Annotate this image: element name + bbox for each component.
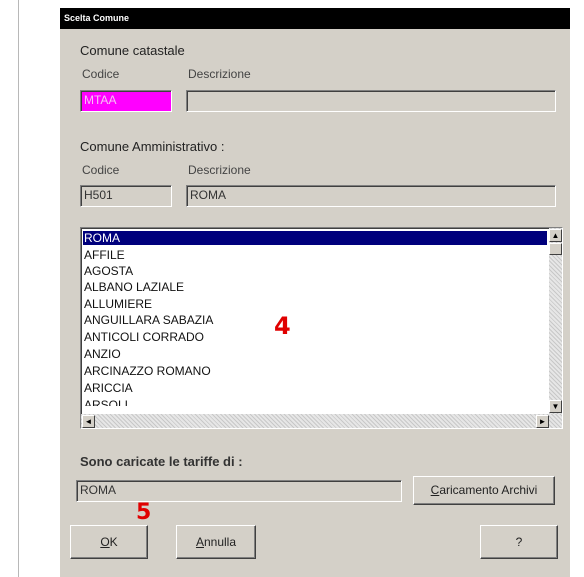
- vertical-scrollbar-thumb[interactable]: [549, 243, 562, 255]
- scroll-right-arrow-icon[interactable]: ►: [536, 415, 549, 428]
- annotation-marker-4: 4: [274, 312, 291, 340]
- page-edge-line: [18, 0, 19, 577]
- annulla-button[interactable]: Annulla: [176, 525, 256, 559]
- horizontal-scrollbar-track[interactable]: [81, 414, 562, 428]
- scelta-comune-dialog: Scelta Comune Comune catastale Codice De…: [60, 8, 570, 577]
- list-item[interactable]: ANGUILLARA SABAZIA: [84, 313, 547, 327]
- catastale-code-label: Codice: [82, 67, 120, 81]
- ok-hotkey: O: [100, 535, 110, 549]
- tariffe-field[interactable]: ROMA: [76, 480, 402, 502]
- scroll-down-arrow-icon[interactable]: ▼: [549, 400, 562, 413]
- catastale-code-field[interactable]: MTAA: [80, 90, 172, 112]
- annotation-marker-5: 5: [136, 500, 152, 525]
- list-item[interactable]: ANZIO: [84, 347, 547, 361]
- list-item[interactable]: ALLUMIERE: [84, 297, 547, 311]
- list-item[interactable]: AFFILE: [84, 248, 547, 262]
- amministrativo-code-label: Codice: [82, 163, 120, 177]
- amministrativo-code-field[interactable]: H501: [80, 185, 172, 207]
- catastale-heading: Comune catastale: [80, 43, 185, 58]
- caricamento-hotkey: C: [430, 483, 440, 497]
- annulla-label: nnulla: [203, 535, 237, 549]
- catastale-desc-field[interactable]: [186, 90, 556, 112]
- list-item[interactable]: ARICCIA: [84, 381, 547, 395]
- comuni-listbox[interactable]: ROMA AFFILE AGOSTA ALBANO LAZIALE ALLUMI…: [80, 227, 563, 429]
- amministrativo-desc-label: Descrizione: [188, 163, 251, 177]
- dialog-title-bar: Scelta Comune: [60, 8, 570, 29]
- list-item-selected[interactable]: ROMA: [83, 231, 547, 245]
- catastale-desc-label: Descrizione: [188, 67, 251, 81]
- list-item[interactable]: ANTICOLI CORRADO: [84, 330, 547, 344]
- tariffe-heading: Sono caricate le tariffe di :: [80, 454, 243, 469]
- amministrativo-heading: Comune Amministrativo :: [80, 139, 225, 154]
- scroll-left-arrow-icon[interactable]: ◄: [82, 415, 95, 428]
- list-item[interactable]: AGOSTA: [84, 264, 547, 278]
- scroll-up-arrow-icon[interactable]: ▲: [549, 229, 562, 242]
- help-button[interactable]: ?: [480, 525, 558, 559]
- vertical-scrollbar-track[interactable]: [549, 228, 562, 414]
- list-item[interactable]: ALBANO LAZIALE: [84, 280, 547, 294]
- ok-label: K: [109, 535, 118, 549]
- list-item-partial[interactable]: ARSOLI: [84, 398, 547, 406]
- amministrativo-desc-field[interactable]: ROMA: [186, 185, 556, 207]
- caricamento-archivi-button[interactable]: Caricamento Archivi: [413, 476, 555, 505]
- annulla-hotkey: A: [195, 535, 204, 549]
- ok-button[interactable]: OK: [70, 525, 148, 559]
- caricamento-label: aricamento Archivi: [439, 483, 538, 497]
- list-item[interactable]: ARCINAZZO ROMANO: [84, 364, 547, 378]
